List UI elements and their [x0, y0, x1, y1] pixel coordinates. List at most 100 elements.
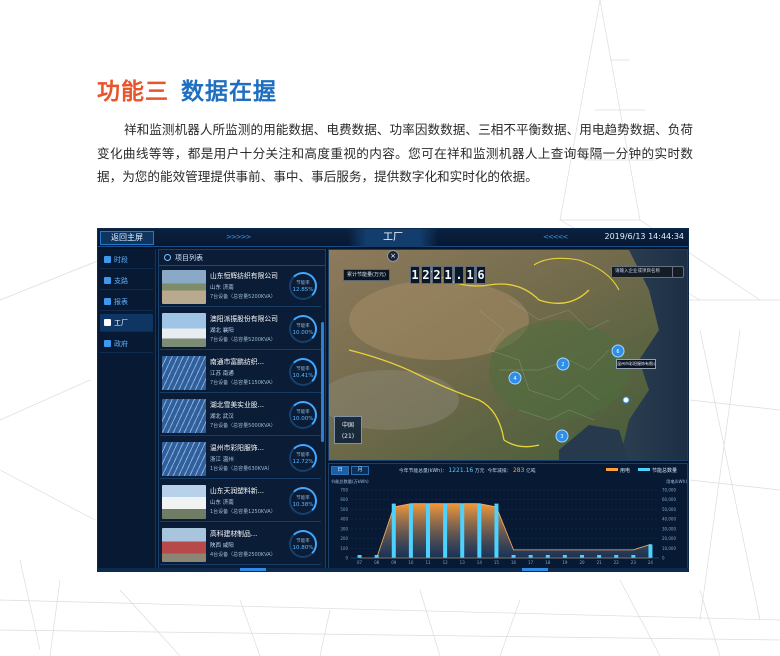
bottom-mark — [522, 568, 548, 571]
project-list-item[interactable]: 山东天润塑料新... 山东 济南 1台设备（总容量1250KVA） 节能率 10.38% — [160, 482, 321, 522]
x-tick-label: 15 — [494, 560, 500, 565]
gauge-value: 10.80% — [292, 545, 314, 551]
x-tick-label: 13 — [460, 560, 466, 565]
counter-digit: 2 — [421, 266, 431, 284]
y2-tick-label: 40,000 — [662, 517, 676, 522]
province-count-box[interactable]: 中国 (21) — [334, 416, 362, 444]
tab-month[interactable]: 月 — [351, 466, 369, 475]
close-icon[interactable]: × — [387, 250, 399, 262]
savings-counter: 1 2 2 1 . 1 6 — [410, 266, 486, 284]
gauge-label: 节能率 — [296, 539, 310, 544]
project-list-item[interactable]: 湖北雪美实业股... 湖北 武汉 7台设备（总容量5000KVA） 节能率 10.00% — [160, 396, 321, 436]
savings-bar — [477, 503, 482, 558]
project-thumbnail — [162, 442, 206, 476]
heading-title: 数据在握 — [181, 79, 277, 105]
project-capacity: 7台设备（总容量5200KVA） — [210, 294, 276, 300]
nav-item-period[interactable]: 时段 — [100, 251, 153, 269]
nav-item-report[interactable]: 报表 — [100, 293, 153, 311]
y-tick-label: 600 — [340, 497, 348, 502]
gauge-label: 节能率 — [296, 453, 310, 458]
savings-bar — [511, 555, 516, 558]
x-tick-label: 16 — [511, 560, 517, 565]
map-search-input[interactable]: 请输入企业或项目名称 — [611, 266, 681, 278]
gauge-label: 节能率 — [296, 367, 310, 372]
datetime-readout: 2019/6/13 14:44:34 — [604, 232, 685, 241]
usage-area-series — [359, 503, 651, 559]
savings-bar — [494, 503, 499, 558]
savings-gauge: 节能率 12.85% — [289, 272, 317, 300]
x-tick-label: 10 — [408, 560, 414, 565]
legend-swatch — [637, 468, 650, 471]
list-icon — [164, 254, 171, 261]
nav-item-government[interactable]: 政府 — [100, 335, 153, 353]
x-tick-label: 23 — [631, 560, 637, 565]
stat-value: 1221.16 — [448, 467, 474, 474]
savings-bar — [426, 503, 430, 558]
counter-digit: 2 — [432, 266, 442, 284]
nav-label: 工厂 — [114, 319, 128, 327]
nav-label: 政府 — [114, 340, 128, 348]
legend-item[interactable]: 用电 — [605, 467, 630, 474]
map-marker-label[interactable]: 2 — [561, 362, 564, 368]
stat-label: 今年节能总量(kWh)： — [399, 469, 447, 474]
counter-digit: 6 — [476, 266, 486, 284]
section-heading: 功能三 数据在握 — [97, 72, 277, 106]
project-list-panel: 项目列表 山东恒辉纺织有限公司 山东 济南 7台设备（总容量5200KVA） 节能率 1… — [158, 249, 326, 571]
gauge-label: 节能率 — [296, 281, 310, 286]
china-map[interactable]: 4 2 6 3 — [329, 250, 688, 461]
y2-axis-label: 用电(kWh) — [666, 478, 687, 485]
x-tick-label: 22 — [614, 560, 620, 565]
nav-item-factory[interactable]: 工厂 — [100, 314, 153, 332]
stat-unit: 亿吨 — [525, 469, 536, 474]
project-list-title: 项目列表 — [175, 254, 203, 262]
legend-item[interactable]: 节能总数量 — [637, 467, 677, 474]
search-icon[interactable] — [672, 266, 684, 278]
project-location: 湖北 武汉 — [210, 414, 234, 420]
stat-value: 283 — [512, 467, 525, 474]
project-location: 山东 济南 — [210, 285, 234, 291]
legend-label: 节能总数量 — [651, 468, 677, 474]
x-tick-label: 18 — [545, 560, 551, 565]
project-location: 山东 济南 — [210, 500, 234, 506]
y-tick-label: 0 — [345, 556, 348, 561]
y2-tick-label: 10,000 — [662, 546, 676, 551]
project-thumbnail — [162, 270, 206, 304]
list-scrollbar[interactable] — [321, 322, 324, 442]
tab-day[interactable]: 日 — [331, 466, 349, 475]
chart-tabs: 日 月 — [331, 466, 369, 475]
project-list-item[interactable]: 温州市彩阳服饰... 浙江 温州 1台设备（总容量630KVA） 节能率 12.72% — [160, 439, 321, 479]
y2-tick-label: 60,000 — [662, 497, 676, 502]
y-axis-label: 节能总数量(万kWh) — [331, 478, 369, 485]
stat-unit: 万元 — [474, 469, 485, 474]
project-capacity: 4台设备（总容量2500KVA） — [210, 552, 276, 558]
gauge-value: 10.41% — [292, 373, 314, 379]
project-capacity: 7台设备（总容量5200KVA） — [210, 337, 276, 343]
savings-gauge: 节能率 10.41% — [289, 358, 317, 386]
savings-bar — [631, 555, 636, 558]
intro-paragraph: 祥和监测机器人所监测的用能数据、电费数据、功率因数数据、三相不平衡数据、用电趋势… — [97, 122, 693, 184]
gauge-value: 12.72% — [292, 459, 314, 465]
map-marker-label[interactable]: 4 — [513, 376, 516, 382]
gauge-value: 10.00% — [292, 330, 314, 336]
savings-bar — [374, 555, 379, 558]
legend-label: 用电 — [619, 468, 630, 474]
map-marker-label[interactable]: 3 — [560, 434, 563, 440]
map-marker-label[interactable]: 6 — [616, 349, 619, 355]
project-capacity: 7台设备（总容量5000KVA） — [210, 423, 276, 429]
project-list-item[interactable]: 澳阳派振股份有限公司 湖北 襄阳 7台设备（总容量5200KVA） 节能率 10.00% — [160, 310, 321, 350]
gauge-value: 10.38% — [292, 502, 314, 508]
back-to-main-button[interactable]: 返回主屏 — [100, 231, 154, 245]
project-list-item[interactable]: 山东恒辉纺织有限公司 山东 济南 7台设备（总容量5200KVA） 节能率 12.85% — [160, 267, 321, 307]
savings-gauge: 节能率 12.72% — [289, 444, 317, 472]
savings-bar — [460, 503, 465, 558]
project-list-item[interactable]: 高科建材制品... 陕西 咸阳 4台设备（总容量2500KVA） 节能率 10.80% — [160, 525, 321, 565]
savings-bar — [391, 503, 396, 558]
gauge-label: 节能率 — [296, 410, 310, 415]
project-list-item[interactable]: 南通市富鹏纺织... 江苏 南通 7台设备（总容量1150KVA） 节能率 10.41% — [160, 353, 321, 393]
savings-bar — [528, 555, 533, 558]
energy-chart-panel: 日 月 今年节能总量(kWh)： 1221.16 万元 今年减排： 283 亿吨… — [328, 463, 688, 571]
nav-item-branch[interactable]: 支路 — [100, 272, 153, 290]
map-panel[interactable]: 4 2 6 3 × 累计节能量(万元) 1 2 2 1 . 1 6 请输入企业或… — [328, 249, 688, 461]
savings-chip: 累计节能量(万元) — [343, 269, 390, 281]
x-tick-label: 09 — [391, 560, 397, 565]
